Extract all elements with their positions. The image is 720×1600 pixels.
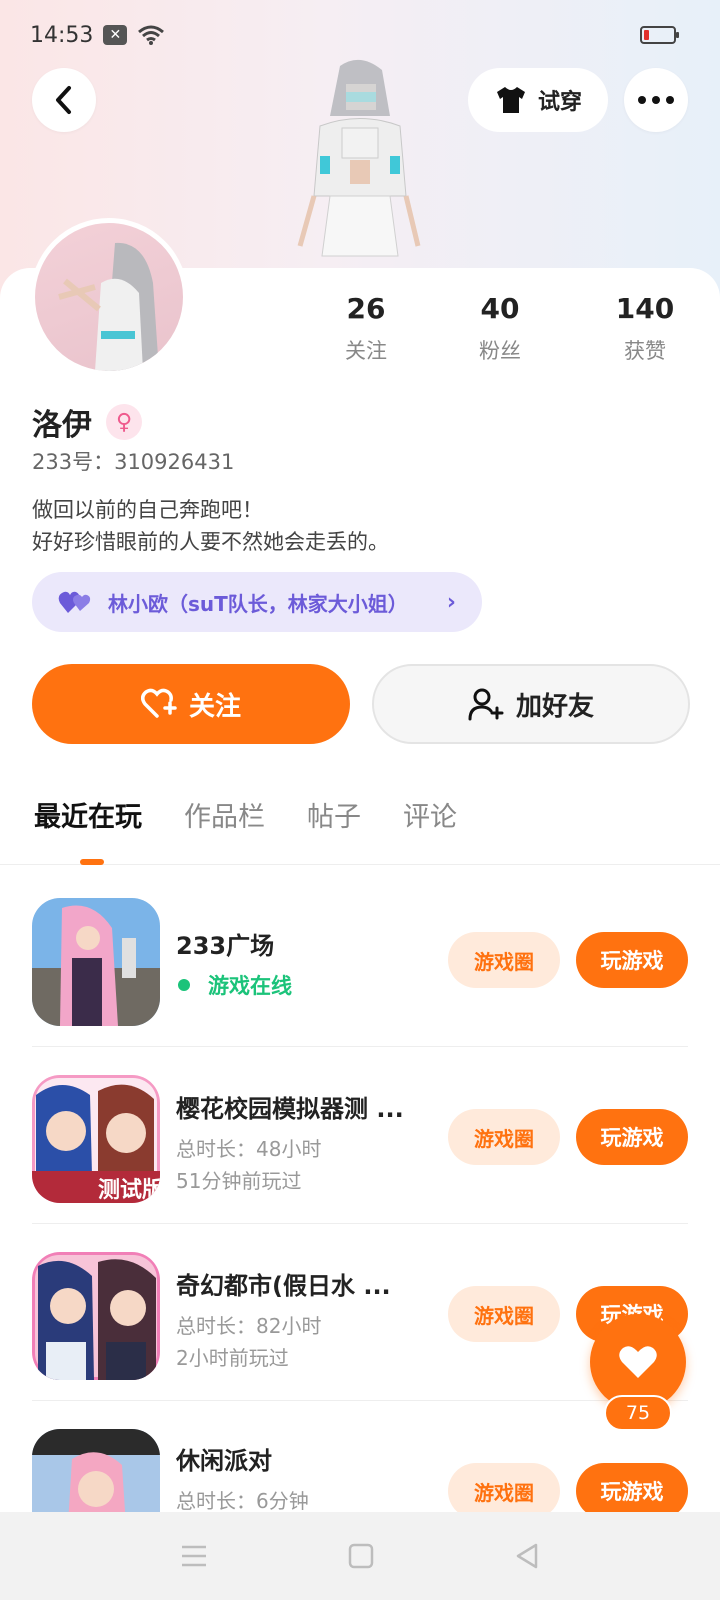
cp-relation-text: 林小欧（suT队长，林家大小姐）: [108, 591, 408, 616]
stat-label: 粉丝: [479, 339, 521, 363]
stat-label: 获赞: [624, 339, 666, 363]
back-triangle-icon[interactable]: [514, 1542, 540, 1570]
heart-icon: [619, 1346, 657, 1378]
play-game-button[interactable]: 玩游戏: [576, 1109, 688, 1165]
tshirt-icon: [496, 87, 525, 113]
stat-value: 40: [480, 292, 520, 325]
game-title: 233广场: [176, 932, 275, 960]
try-on-label: 试穿: [537, 90, 582, 115]
online-status: 游戏在线: [176, 970, 292, 1000]
add-friend-button[interactable]: 加好友: [372, 664, 690, 744]
game-row[interactable]: 233广场 游戏在线 游戏圈 玩游戏: [0, 870, 720, 1047]
double-heart-icon: [58, 591, 91, 613]
tab-comments[interactable]: 评论: [403, 795, 457, 865]
like-count-badge: 75: [604, 1395, 672, 1431]
online-dot-icon: [178, 979, 190, 991]
stat-value: 140: [615, 292, 675, 325]
stat-label: 关注: [345, 339, 387, 363]
game-title: 樱花校园模拟器测 ...: [176, 1095, 404, 1123]
stat-followers[interactable]: 40 粉丝: [445, 292, 555, 365]
tab-recent-play[interactable]: 最近在玩: [34, 795, 142, 865]
stat-following[interactable]: 26 关注: [311, 292, 421, 365]
female-gender-icon: ♀: [106, 404, 142, 440]
home-icon[interactable]: [348, 1543, 374, 1569]
more-button[interactable]: [624, 68, 688, 132]
game-duration: 总时长：48小时: [176, 1137, 322, 1161]
avatar-image: [58, 242, 159, 371]
status-time: 14:53: [30, 22, 94, 48]
profile-tabs: 最近在玩 作品栏 帖子 评论: [0, 795, 720, 865]
game-row[interactable]: 测试版 樱花校园模拟器测 ... 总时长：48小时 51分钟前玩过 游戏圈 玩游…: [0, 1047, 720, 1224]
game-icon-badge: 测试版: [98, 1178, 160, 1203]
stat-value: 26: [346, 292, 386, 325]
game-last-played: 2小时前玩过: [176, 1346, 289, 1370]
game-circle-button[interactable]: 游戏圈: [448, 1286, 560, 1342]
game-icon[interactable]: [32, 1252, 160, 1380]
user-bio: 做回以前的自己奔跑吧！ 好好珍惜眼前的人要不然她会走丢的。: [32, 494, 389, 558]
cp-relation-pill[interactable]: 林小欧（suT队长，林家大小姐） ›: [32, 572, 482, 632]
wifi-icon: [138, 25, 165, 45]
user-name: 洛伊: [32, 408, 92, 443]
follow-button[interactable]: 关注: [32, 664, 350, 744]
chevron-right-icon: ›: [446, 589, 456, 615]
try-on-button[interactable]: 试穿: [468, 68, 608, 132]
heart-plus-icon: [140, 688, 177, 718]
play-game-button[interactable]: 玩游戏: [576, 932, 688, 988]
tab-works[interactable]: 作品栏: [184, 795, 265, 865]
game-circle-button[interactable]: 游戏圈: [448, 1109, 560, 1165]
game-last-played: 51分钟前玩过: [176, 1169, 302, 1193]
stat-likes[interactable]: 140 获赞: [590, 292, 700, 365]
bio-line: 做回以前的自己奔跑吧！: [32, 498, 263, 522]
name-row: 洛伊 ♀: [32, 400, 142, 444]
system-nav-bar: [0, 1512, 720, 1600]
online-status-text: 游戏在线: [208, 974, 292, 998]
play-game-button[interactable]: 玩游戏: [576, 1463, 688, 1519]
menu-icon[interactable]: [180, 1544, 208, 1568]
game-circle-button[interactable]: 游戏圈: [448, 932, 560, 988]
back-button[interactable]: [32, 68, 96, 132]
tab-posts[interactable]: 帖子: [307, 795, 361, 865]
game-circle-button[interactable]: 游戏圈: [448, 1463, 560, 1519]
more-dots-icon: [638, 96, 674, 104]
game-title: 奇幻都市(假日水 ...: [176, 1272, 391, 1300]
user-id[interactable]: 233号：310926431: [32, 446, 234, 476]
bio-line: 好好珍惜眼前的人要不然她会走丢的。: [32, 530, 389, 554]
character-figure[interactable]: [290, 56, 430, 266]
game-icon[interactable]: 测试版: [32, 1075, 160, 1203]
follow-label: 关注: [188, 691, 241, 722]
avatar[interactable]: [30, 218, 188, 376]
game-duration: 总时长：82小时: [176, 1314, 322, 1338]
add-friend-label: 加好友: [515, 691, 594, 722]
game-icon[interactable]: [32, 898, 160, 1026]
game-duration: 总时长：6分钟: [176, 1489, 309, 1513]
add-user-icon: [468, 688, 504, 721]
chevron-left-icon: [56, 86, 71, 114]
battery-icon: [640, 26, 679, 44]
notification-icon: ✕: [103, 25, 128, 45]
game-title: 休闲派对: [176, 1447, 272, 1475]
